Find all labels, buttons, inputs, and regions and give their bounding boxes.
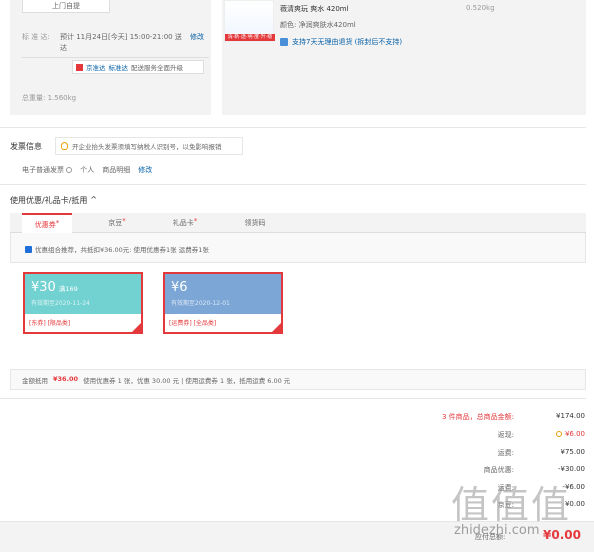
watermark-logo: 值值值 zhidezhi.com — [451, 474, 591, 544]
items-total-value: ¥174.00 — [556, 412, 585, 420]
coupon-amount: ¥30 — [31, 280, 56, 295]
selected-check-icon — [132, 323, 141, 332]
upgrade-text: 配送服务全面升级 — [131, 64, 183, 72]
coupon-expiry: 有效期至2020-11-24 — [31, 300, 90, 307]
coupon-card[interactable]: ¥30 满169 有效期至2020-11-24 [东券] [限品类] — [23, 272, 143, 334]
invoice-edit-link[interactable]: 修改 — [138, 165, 152, 175]
upgrade-link-2[interactable]: 标准达 — [109, 62, 129, 72]
coupon-condition: 满169 — [58, 285, 78, 293]
discount-value: -¥30.00 — [557, 465, 585, 473]
selected-check-icon — [272, 323, 281, 332]
return-icon — [280, 38, 288, 46]
standard-delivery-label: 标 准 达: — [22, 33, 50, 41]
best-combo-checkbox[interactable]: 优惠组合推荐，共抵扣¥36.00元: 使用优惠券1张 运费券1张 — [25, 244, 209, 254]
coupon-tags: [东券] [限品类] — [25, 314, 141, 332]
tab-coupons[interactable]: 优惠券* — [22, 213, 72, 233]
product-name[interactable]: 薇清爽玩 爽水 420ml — [280, 4, 349, 14]
return-policy-text: 支持7天无理由退货 (拆封后不支持) — [292, 38, 403, 46]
rebate-value: ¥6.00 — [555, 430, 585, 438]
invoice-details: 电子普通发票 个人 商品明细 修改 — [22, 165, 152, 175]
tab-redeem-code[interactable]: 领货码 — [230, 213, 280, 233]
invoice-person: 个人 — [80, 166, 95, 174]
delivery-upgrade-notice[interactable]: 京准达 标准达 配送服务全面升级 — [72, 60, 204, 74]
coupon-expiry: 有效期至2020-12-01 — [171, 300, 230, 307]
items-total-label: 3 件商品，总商品金额: — [441, 413, 514, 421]
info-icon — [66, 167, 73, 173]
checkbox-checked-icon[interactable] — [25, 245, 32, 253]
summary-amount: ¥36.00 — [53, 375, 79, 383]
coin-icon — [555, 431, 562, 437]
tab-jd-beans[interactable]: 京豆* — [92, 213, 142, 233]
rebate-label: 返现: — [497, 431, 514, 439]
standard-delivery-text: 预计 11月24日[今天] 15:00-21:00 送达 — [60, 33, 182, 52]
divider — [0, 398, 586, 399]
best-combo-text: 优惠组合推荐，共抵扣¥36.00元: 使用优惠券1张 运费券1张 — [35, 246, 209, 254]
shipping-value: ¥75.00 — [560, 448, 586, 456]
shipping-label: 运费: — [497, 449, 514, 457]
invoice-tip-text: 开企业抬头发票须填写纳税人识别号，以免影响报销 — [72, 143, 222, 151]
delivery-edit-link[interactable]: 修改 — [190, 32, 204, 42]
chevron-up-icon[interactable]: ^ — [90, 195, 97, 206]
invoice-type: 电子普通发票 — [22, 165, 73, 175]
upgrade-link-1[interactable]: 京准达 — [86, 62, 106, 72]
coupon-card[interactable]: ¥6 有效期至2020-12-01 [运费券] [全品类] — [163, 272, 283, 334]
coupon-tags: [运费券] [全品类] — [165, 314, 281, 332]
total-weight: 总重量: 1.560kg — [22, 94, 77, 102]
invoice-tip: 开企业抬头发票须填写纳税人识别号，以免影响报销 — [55, 137, 243, 155]
summary-text: 使用优惠券 1 张，优惠 30.00 元 | 使用运费券 1 张，抵用运费 6.… — [83, 377, 291, 385]
pickup-button[interactable]: 上门自提 — [22, 0, 110, 13]
divider — [0, 127, 586, 128]
lightbulb-icon — [61, 142, 68, 150]
jd-icon — [76, 63, 83, 71]
divider — [22, 57, 209, 58]
watermark-glyphs: 值值值 — [451, 483, 572, 527]
product-panel — [222, 0, 586, 115]
product-weight: 0.520kg — [466, 4, 495, 12]
invoice-title: 发票信息 — [10, 142, 42, 151]
summary-label: 金额抵用 — [22, 377, 48, 385]
invoice-content: 商品明细 — [102, 166, 131, 174]
return-policy: 支持7天无理由退货 (拆封后不支持) — [280, 37, 402, 47]
coupon-amount: ¥6 — [171, 280, 188, 295]
coupon-summary: 金额抵用 ¥36.00 使用优惠券 1 张，优惠 30.00 元 | 使用运费券… — [22, 375, 290, 385]
coupons-title-text: 使用优惠/礼品卡/抵用 — [10, 196, 88, 205]
product-image[interactable]: 清·新·透·明·度·升·级 — [224, 0, 275, 42]
product-color: 颜色: 净润爽肤水420ml — [280, 21, 356, 29]
divider — [0, 184, 586, 185]
tab-gift-card[interactable]: 礼品卡* — [160, 213, 210, 233]
product-image-tag: 清·新·透·明·度·升·级 — [225, 34, 275, 41]
coupons-title[interactable]: 使用优惠/礼品卡/抵用 ^ — [10, 195, 97, 206]
